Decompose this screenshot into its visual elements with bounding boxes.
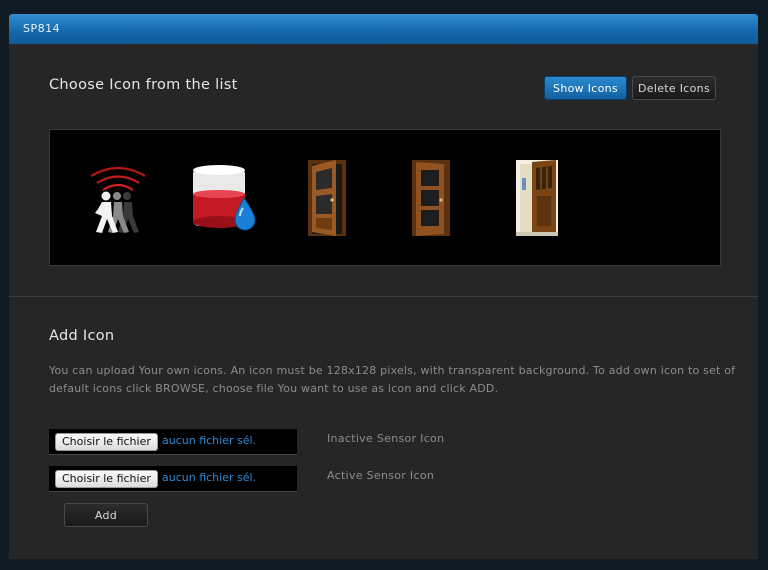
delete-icons-button[interactable]: Delete Icons [632,76,716,100]
window-title: SP814 [23,22,61,35]
motion-sensor-icon[interactable] [83,158,153,238]
window-title-bar: SP814 [9,14,758,44]
water-leak-sensor-icon[interactable] [188,158,258,238]
add-icon-description: You can upload Your own icons. An icon m… [49,364,736,395]
inactive-file-status: aucun fichier sél. [162,434,257,447]
active-choose-file-button[interactable]: Choisir le fichier [55,470,158,488]
choose-icon-section: Choose Icon from the list Show Icons Del… [9,44,758,297]
show-icons-button[interactable]: Show Icons [544,76,627,100]
choose-icon-heading: Choose Icon from the list [49,77,238,93]
icon-list [49,129,721,266]
inactive-choose-file-button[interactable]: Choisir le fichier [55,433,158,451]
inactive-sensor-icon-label: Inactive Sensor Icon [327,432,445,445]
active-file-status: aucun fichier sél. [162,471,257,484]
add-button[interactable]: Add [64,503,148,527]
door-open-icon[interactable] [292,158,362,238]
door-closed-icon[interactable] [396,158,466,238]
add-icon-heading: Add Icon [49,328,115,344]
inactive-icon-file-input[interactable]: Choisir le fichier aucun fichier sél. [49,429,297,455]
app-window: SP814 Choose Icon from the list Show Ico… [8,13,759,560]
active-icon-file-input[interactable]: Choisir le fichier aucun fichier sél. [49,466,297,492]
front-door-icon[interactable] [502,158,572,238]
active-sensor-icon-label: Active Sensor Icon [327,469,435,482]
